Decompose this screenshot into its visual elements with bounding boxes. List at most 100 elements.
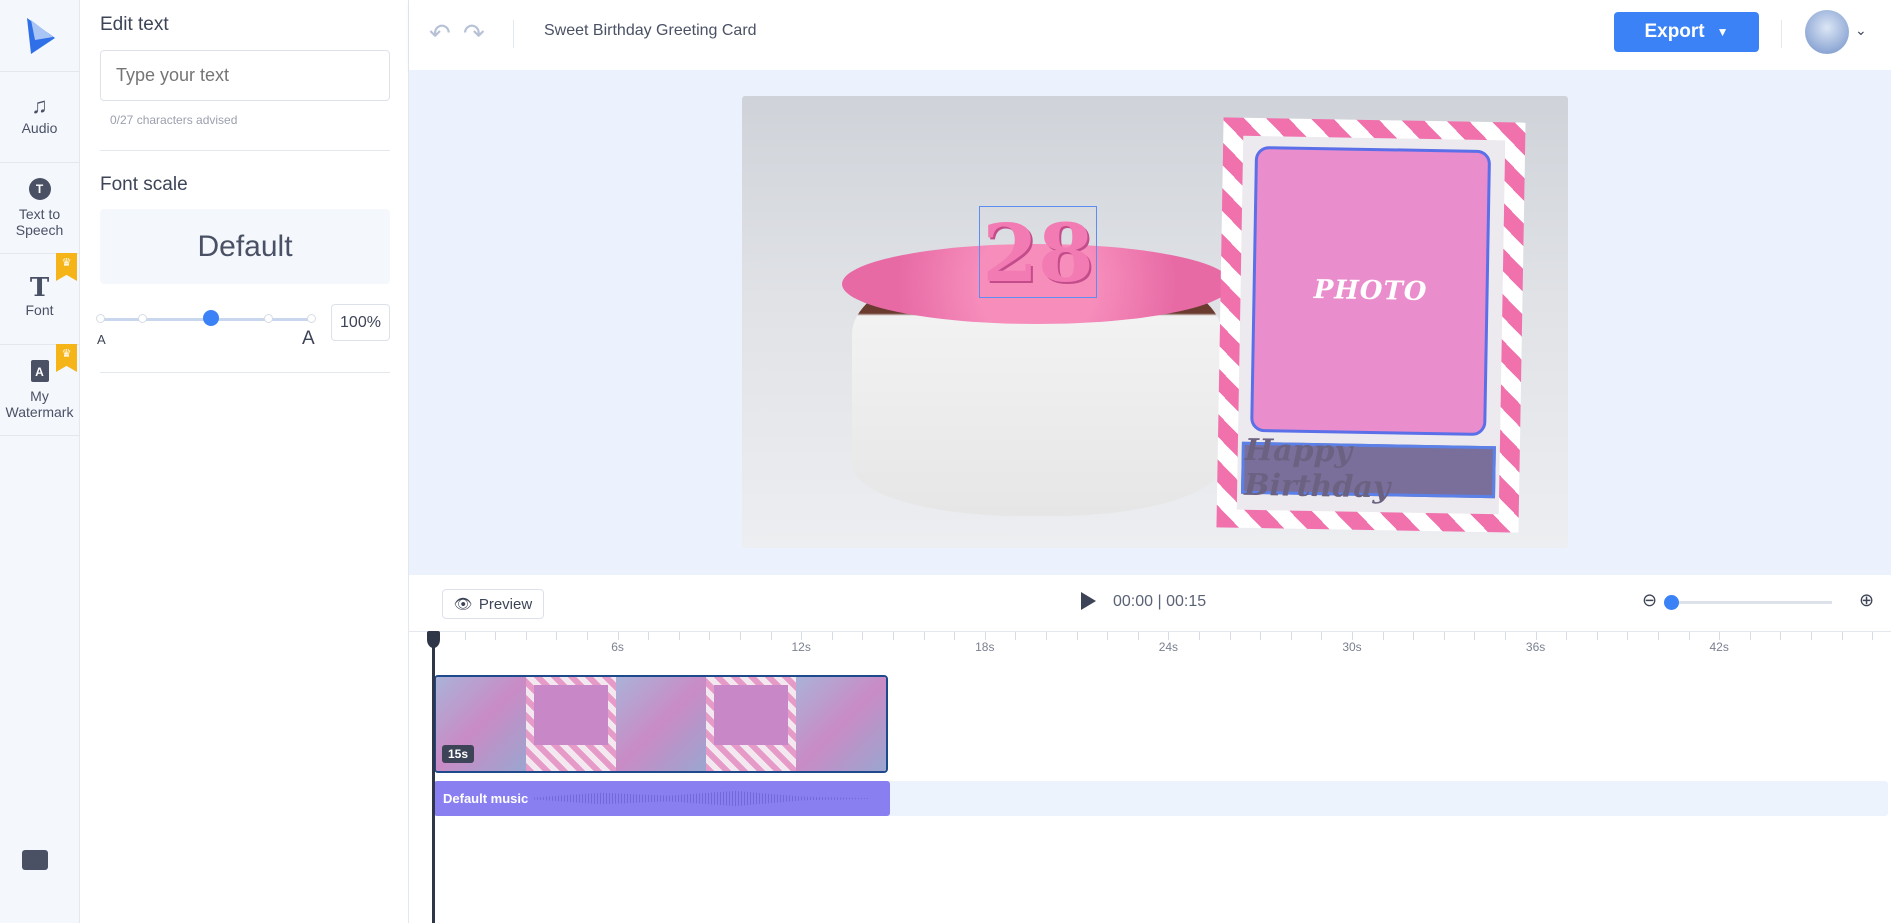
ruler-tick — [984, 632, 986, 640]
ruler-tick — [495, 632, 497, 640]
ruler-tick — [617, 632, 619, 640]
text-input[interactable] — [100, 50, 390, 101]
ruler-tick — [556, 632, 558, 640]
ruler-tick — [1474, 632, 1476, 640]
ruler-tick — [587, 632, 588, 640]
timeline-controls: 👁 Preview 00:00 | 00:15 ⊖ ⊕ — [409, 575, 1891, 631]
app-logo[interactable] — [0, 0, 79, 72]
audio-clip[interactable]: Default music — [434, 781, 890, 816]
time-display: 00:00 | 00:15 — [1113, 593, 1207, 610]
playhead[interactable] — [432, 631, 435, 923]
clip-thumbnail — [706, 677, 796, 771]
canvas-stage: 28 PHOTO Happy Birthday — [409, 70, 1891, 575]
ruler-tick — [831, 632, 833, 640]
ruler-tick — [893, 632, 894, 640]
logo-play-icon — [26, 17, 55, 54]
photo-placeholder[interactable]: PHOTO — [1250, 145, 1492, 437]
speech-bubble-icon: T — [28, 178, 51, 200]
font-scale-preview: Default — [100, 209, 390, 284]
ruler-tick — [464, 632, 466, 640]
ruler-tick — [1076, 632, 1078, 640]
left-rail: ♫ Audio T Text to Speech ♛ T Font ♛ A My… — [0, 0, 80, 923]
ruler-tick — [770, 632, 772, 640]
zoom-out-icon[interactable]: ⊖ — [1642, 590, 1657, 611]
rail-label: Font — [25, 302, 54, 318]
ruler-tick — [1137, 632, 1139, 640]
ruler-tick — [1596, 632, 1598, 640]
undo-icon[interactable]: ↶ — [429, 18, 451, 49]
photo-frame: PHOTO Happy Birthday — [1216, 117, 1526, 533]
clip-duration-badge: 15s — [442, 745, 475, 763]
ruler-label: 30s — [1342, 640, 1362, 654]
ruler-tick — [862, 632, 864, 640]
avatar[interactable] — [1805, 10, 1849, 54]
rail-item-font[interactable]: ♛ T Font — [0, 253, 79, 345]
char-hint: 0/27 characters advised — [110, 113, 238, 127]
ruler-tick — [1199, 632, 1200, 640]
font-scale-slider[interactable] — [96, 310, 316, 326]
ruler-tick — [1168, 632, 1170, 640]
edit-panel: Edit text 0/27 characters advised Font s… — [80, 0, 409, 923]
rail-item-audio[interactable]: ♫ Audio — [0, 72, 79, 163]
ruler-tick — [1413, 632, 1415, 640]
ruler-tick — [1749, 632, 1751, 640]
rail-item-text-to-speech[interactable]: T Text to Speech — [0, 163, 79, 254]
ruler-tick — [709, 632, 711, 640]
clip-thumbnail — [616, 677, 706, 771]
top-bar: ↶ ↷ Sweet Birthday Greeting Card Export ▼… — [409, 0, 1891, 70]
divider — [513, 20, 514, 48]
ruler-tick — [1505, 632, 1506, 640]
rail-label: Audio — [21, 120, 58, 136]
caption-text[interactable]: Happy Birthday — [1241, 433, 1496, 505]
ruler-tick — [1352, 632, 1353, 640]
project-title[interactable]: Sweet Birthday Greeting Card — [544, 22, 757, 40]
video-clip[interactable]: 15s — [434, 675, 888, 773]
ruler-tick — [1719, 632, 1721, 640]
ruler-tick — [1046, 632, 1047, 640]
ruler-tick — [954, 632, 956, 640]
edit-text-heading: Edit text — [100, 14, 169, 35]
play-icon[interactable] — [1081, 592, 1096, 610]
ruler-tick — [1627, 632, 1629, 640]
zoom-slider-knob[interactable] — [1664, 595, 1679, 610]
zoom-in-icon[interactable]: ⊕ — [1859, 590, 1874, 611]
ruler-tick — [1658, 632, 1659, 640]
rail-item-my-watermark[interactable]: ♛ A My Watermark — [0, 344, 79, 436]
crown-icon: ♛ — [56, 253, 77, 281]
age-number-text[interactable]: 28 — [979, 206, 1097, 299]
ruler-label: 12s — [791, 640, 811, 654]
ruler-tick — [1811, 632, 1812, 640]
slider-step[interactable] — [96, 314, 105, 323]
divider — [100, 150, 390, 151]
divider — [100, 372, 390, 373]
ruler-tick — [1780, 632, 1782, 640]
ruler-tick — [1841, 632, 1843, 640]
slider-knob[interactable] — [203, 310, 219, 326]
watermark-icon: A — [30, 360, 49, 382]
slider-step[interactable] — [307, 314, 316, 323]
ruler-tick — [1535, 632, 1537, 640]
ruler-label: 6s — [611, 640, 624, 654]
ruler-label: 36s — [1525, 640, 1546, 654]
playhead-handle[interactable] — [427, 631, 440, 648]
slider-step[interactable] — [138, 314, 147, 323]
card-canvas[interactable]: 28 PHOTO Happy Birthday — [742, 96, 1568, 548]
ruler-tick — [648, 632, 650, 640]
font-scale-heading: Font scale — [100, 174, 188, 195]
ruler-tick — [740, 632, 741, 640]
ruler-tick — [1382, 632, 1384, 640]
zoom-slider[interactable] — [1672, 601, 1832, 604]
redo-icon[interactable]: ↷ — [463, 18, 485, 49]
export-button[interactable]: Export ▼ — [1614, 12, 1759, 52]
audio-waveform — [534, 790, 870, 807]
ruler-tick — [678, 632, 680, 640]
eye-icon: 👁 — [453, 596, 473, 613]
font-icon: T — [29, 273, 50, 303]
chevron-down-icon[interactable]: ⌄ — [1855, 22, 1867, 39]
preview-button[interactable]: 👁 Preview — [442, 589, 544, 619]
time-ruler[interactable]: 6s 12s 18s 24s 30s 36s 42s — [409, 631, 1891, 659]
font-scale-percent[interactable]: 100% — [331, 304, 390, 341]
ruler-tick — [1321, 632, 1323, 640]
slider-step[interactable] — [264, 314, 273, 323]
keyboard-icon[interactable] — [22, 850, 48, 870]
